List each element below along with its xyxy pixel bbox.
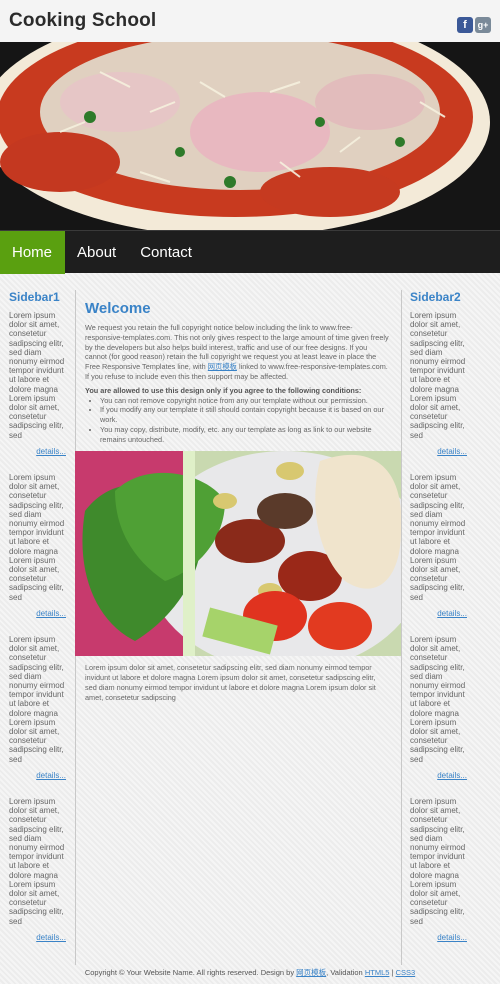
intro-paragraph: We request you retain the full copyright…	[85, 323, 390, 382]
condition-item: You can not remove copyright notice from…	[100, 396, 390, 406]
sidebar1-block-text: Lorem ipsum dolor sit amet, consetetur s…	[9, 473, 65, 602]
sidebar1-block-text: Lorem ipsum dolor sit amet, consetetur s…	[9, 635, 65, 764]
details-link[interactable]: details...	[437, 447, 467, 456]
food-image	[75, 451, 401, 656]
google-plus-icon[interactable]: g+	[475, 17, 491, 33]
main-content: Welcome We request you retain the full c…	[85, 300, 390, 445]
body-paragraph: Lorem ipsum dolor sit amet, consetetur s…	[85, 663, 376, 702]
html5-link[interactable]: HTML5	[365, 968, 390, 977]
condition-item: You may copy, distribute, modify, etc. a…	[100, 425, 390, 445]
banner-image	[0, 42, 500, 230]
food-plate-image	[75, 451, 401, 656]
facebook-icon[interactable]: f	[457, 17, 473, 33]
sidebar-right: Sidebar2 Lorem ipsum dolor sit amet, con…	[410, 290, 470, 959]
sidebar1-block-text: Lorem ipsum dolor sit amet, consetetur s…	[9, 797, 65, 926]
main-nav: Home About Contact	[0, 230, 500, 274]
sidebar-left: Sidebar1 Lorem ipsum dolor sit amet, con…	[9, 290, 69, 959]
sidebar1-block-text: Lorem ipsum dolor sit amet, consetetur s…	[9, 311, 65, 440]
site-footer: Copyright © Your Website Name. All right…	[0, 967, 500, 978]
sidebar2-title: Sidebar2	[410, 290, 461, 304]
sidebar1-block: Lorem ipsum dolor sit amet, consetetur s…	[9, 797, 69, 959]
sidebar2-block-text: Lorem ipsum dolor sit amet, consetetur s…	[410, 797, 466, 926]
details-link[interactable]: details...	[36, 933, 66, 942]
sidebar2-block: Lorem ipsum dolor sit amet, consetetur s…	[410, 797, 470, 959]
sidebar1-block: Lorem ipsum dolor sit amet, consetetur s…	[9, 311, 69, 473]
footer-separator: |	[391, 968, 394, 977]
site-title[interactable]: Cooking School	[9, 10, 156, 32]
details-link[interactable]: details...	[437, 609, 467, 618]
copyright-text: Copyright © Your Website Name. All right…	[84, 968, 295, 977]
sidebar1-block: Lorem ipsum dolor sit amet, consetetur s…	[9, 473, 69, 635]
sidebar2-block-text: Lorem ipsum dolor sit amet, consetetur s…	[410, 311, 466, 440]
sidebar2-block-text: Lorem ipsum dolor sit amet, consetetur s…	[410, 635, 466, 764]
condition-item: If you modify any our template it still …	[100, 405, 390, 425]
details-link[interactable]: details...	[36, 609, 66, 618]
main-body: Lorem ipsum dolor sit amet, consetetur s…	[85, 663, 385, 703]
details-link[interactable]: details...	[36, 447, 66, 456]
nav-item-contact[interactable]: Contact	[128, 231, 204, 274]
css3-link[interactable]: CSS3	[396, 968, 416, 977]
column-divider	[401, 290, 402, 965]
nav-item-about[interactable]: About	[65, 231, 128, 274]
nav-item-home[interactable]: Home	[0, 230, 65, 274]
sidebar2-block-text: Lorem ipsum dolor sit amet, consetetur s…	[410, 473, 466, 602]
validation-label: , Validation	[326, 968, 363, 977]
details-link[interactable]: details...	[437, 933, 467, 942]
pizza-image	[0, 42, 500, 230]
social-links: f g+	[457, 17, 491, 33]
sidebar2-block: Lorem ipsum dolor sit amet, consetetur s…	[410, 473, 470, 635]
sidebar1-block: Lorem ipsum dolor sit amet, consetetur s…	[9, 635, 69, 797]
site-header: Cooking School f g+	[0, 0, 500, 42]
welcome-heading: Welcome	[85, 300, 151, 317]
sidebar1-title: Sidebar1	[9, 290, 60, 304]
sidebar2-block: Lorem ipsum dolor sit amet, consetetur s…	[410, 635, 470, 797]
conditions-title: You are allowed to use this design only …	[85, 385, 362, 395]
design-link[interactable]: 网页模板	[296, 968, 326, 977]
sidebar2-block: Lorem ipsum dolor sit amet, consetetur s…	[410, 311, 470, 473]
template-link[interactable]: 网页模板	[208, 362, 237, 371]
details-link[interactable]: details...	[437, 771, 467, 780]
details-link[interactable]: details...	[36, 771, 66, 780]
conditions-list: You can not remove copyright notice from…	[100, 396, 390, 445]
